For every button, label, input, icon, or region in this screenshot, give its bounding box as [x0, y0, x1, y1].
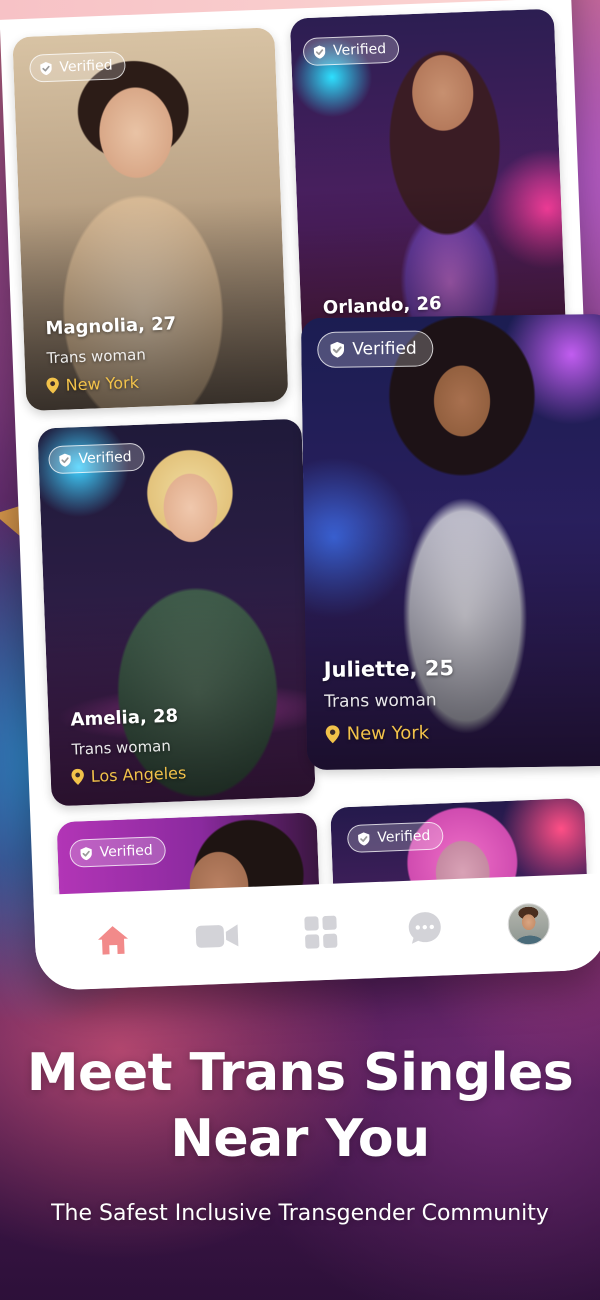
profile-identity: Trans woman: [324, 690, 437, 712]
headline-line-1: Meet Trans Singles: [26, 1043, 574, 1103]
verified-label: Verified: [377, 827, 431, 846]
verified-label: Verified: [78, 449, 132, 468]
location-label: New York: [346, 722, 430, 745]
shield-check-icon: [358, 831, 370, 846]
profile-location: New York: [45, 373, 139, 396]
avatar: [506, 902, 551, 946]
profile-card-magnolia[interactable]: Verified Magnolia, 27 Trans woman New Yo…: [12, 27, 289, 412]
location-pin-icon: [325, 725, 340, 744]
profile-identity: Trans woman: [71, 736, 172, 759]
verified-badge: Verified: [302, 34, 400, 67]
chat-bubble-icon: [408, 912, 441, 944]
profile-location: New York: [325, 722, 430, 745]
verified-label: Verified: [352, 338, 417, 360]
profile-card-amelia[interactable]: Verified Amelia, 28 Trans woman Los Ange…: [37, 418, 316, 807]
shield-check-icon: [59, 453, 71, 467]
shield-check-icon: [80, 846, 92, 860]
grid-icon: [304, 915, 338, 949]
headline-line-2: Near You: [170, 1109, 430, 1169]
verified-badge: Verified: [346, 821, 444, 854]
profile-identity: Trans woman: [46, 345, 147, 368]
shield-check-icon: [330, 341, 345, 358]
location-pin-icon: [71, 768, 84, 785]
shield-check-icon: [40, 61, 52, 75]
nav-video[interactable]: [188, 907, 246, 965]
video-camera-icon: [195, 924, 239, 948]
profile-name: Amelia, 28: [70, 705, 179, 731]
home-icon: [98, 926, 129, 955]
location-pin-icon: [46, 377, 59, 394]
promo-headline: Meet Trans Singles Near You: [0, 1040, 600, 1172]
verified-badge: Verified: [28, 51, 127, 83]
verified-badge: Verified: [317, 330, 434, 368]
profile-name: Juliette, 25: [323, 656, 455, 682]
promo-subtitle: The Safest Inclusive Transgender Communi…: [51, 1201, 549, 1226]
nav-home[interactable]: [84, 911, 142, 969]
verified-label: Verified: [332, 41, 387, 60]
nav-chat[interactable]: [396, 899, 454, 957]
verified-label: Verified: [99, 842, 154, 861]
nav-grid[interactable]: [292, 903, 350, 961]
verified-label: Verified: [59, 57, 113, 76]
location-label: Los Angeles: [90, 763, 187, 786]
verified-badge: Verified: [48, 442, 146, 475]
profile-card-juliette[interactable]: Verified Juliette, 25 Trans woman New Yo…: [300, 313, 600, 771]
shield-check-icon: [313, 45, 326, 59]
nav-profile[interactable]: [500, 895, 558, 953]
verified-badge: Verified: [69, 836, 167, 868]
location-label: New York: [65, 372, 140, 395]
